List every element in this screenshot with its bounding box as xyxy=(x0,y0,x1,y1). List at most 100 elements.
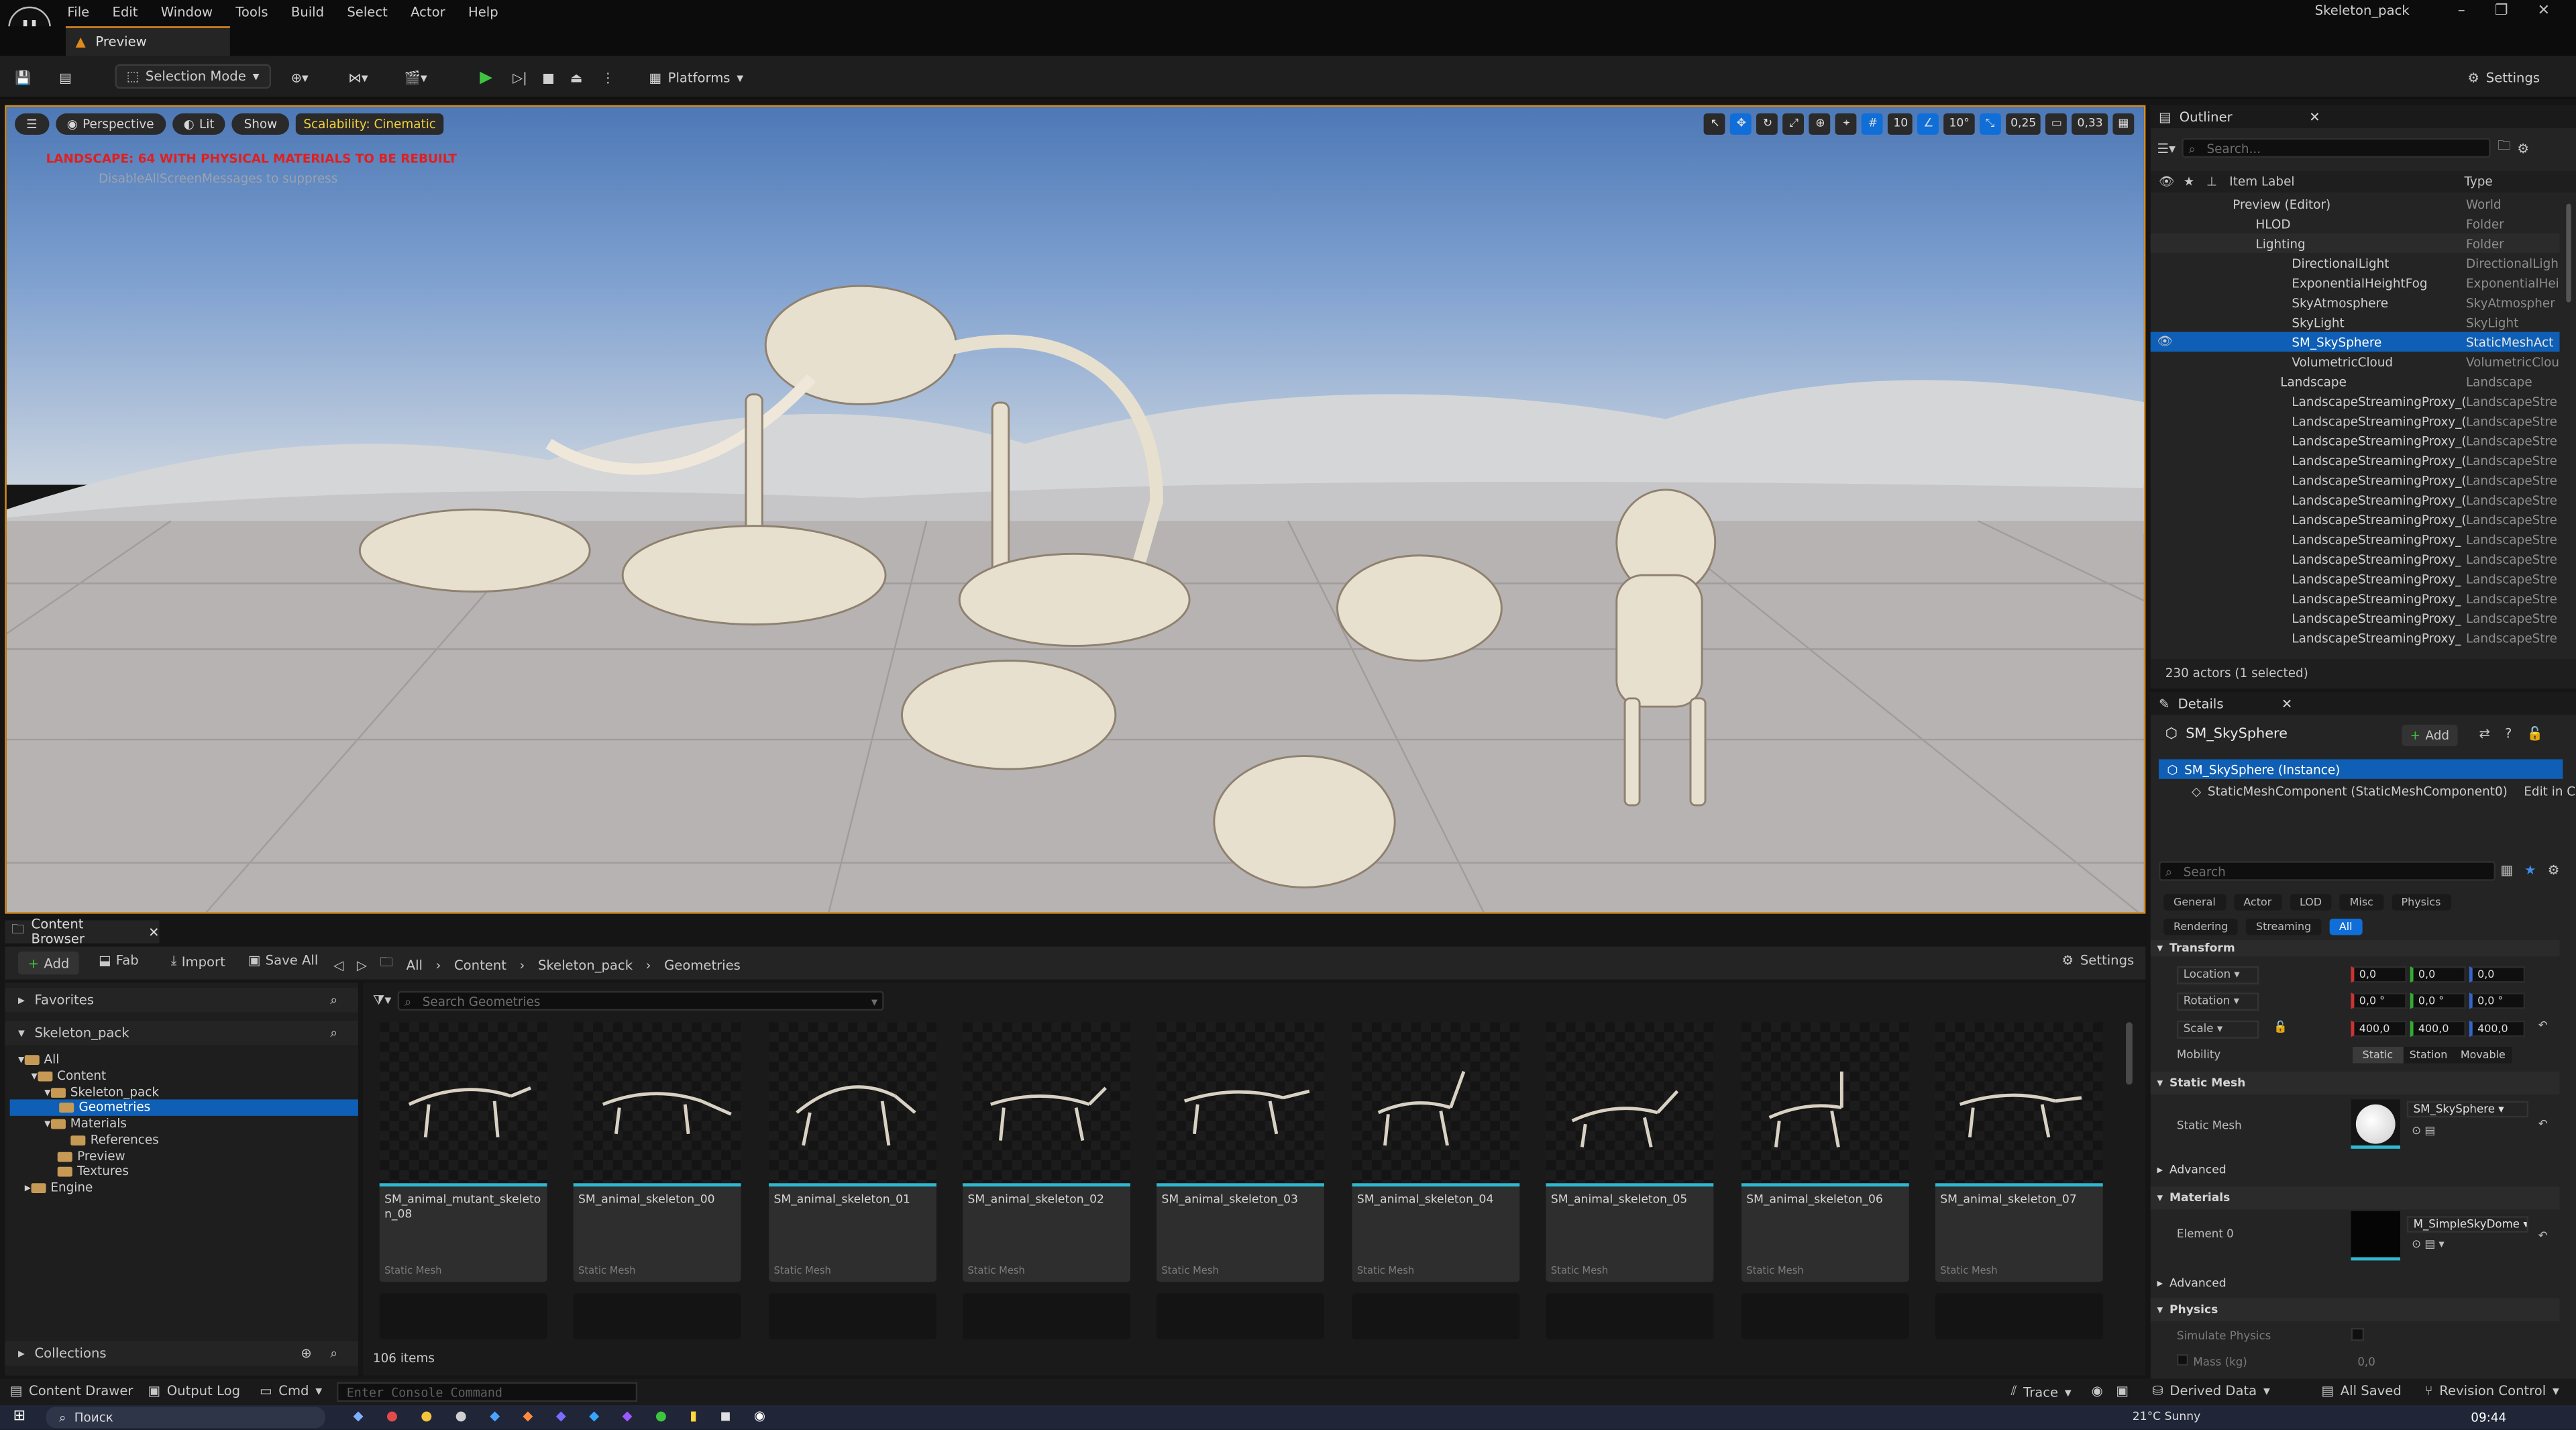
unreal-taskbar-icon[interactable]: ◉ xyxy=(754,1409,765,1423)
app-icon[interactable]: ● xyxy=(421,1409,432,1423)
help-icon[interactable]: ? xyxy=(2505,726,2512,741)
menu-file[interactable]: File xyxy=(67,4,89,19)
section-physics[interactable]: ▾ Physics xyxy=(2150,1298,2560,1321)
browse-asset-icon[interactable]: ⊙ ▤ ▾ xyxy=(2412,1237,2445,1251)
collections-header[interactable]: ▸ Collections ⊕ ⌕ xyxy=(5,1341,358,1366)
asset-tile[interactable] xyxy=(1935,1293,2103,1339)
star-icon[interactable]: ★ xyxy=(2524,863,2536,878)
search-icon[interactable]: ⌕ xyxy=(330,992,337,1008)
breadcrumb-content[interactable]: Content xyxy=(454,958,506,972)
camera-speed-value[interactable]: 0,33 xyxy=(2072,112,2108,134)
browse-asset-icon[interactable]: ⊙ ▤ xyxy=(2412,1124,2435,1137)
surface-snap-icon[interactable]: ⌖ xyxy=(1835,112,1858,134)
outliner-row[interactable]: LandscapeStreamingProxy_(LandscapeStre xyxy=(2151,450,2560,470)
rotation-x-field[interactable]: 0,0 ° xyxy=(2351,992,2407,1009)
cmd-dropdown[interactable]: ▭ Cmd ▾ xyxy=(260,1384,322,1398)
column-item-label[interactable]: Item Label xyxy=(2229,174,2294,189)
app-icon[interactable]: ▮ xyxy=(690,1409,697,1423)
outliner-row[interactable]: ExponentialHeightFog ExponentialHei xyxy=(2151,273,2560,293)
close-icon[interactable]: ✕ xyxy=(2309,109,2320,124)
app-icon[interactable]: ◆ xyxy=(589,1409,599,1423)
scalability-button[interactable]: Scalability: Cinematic xyxy=(295,112,445,134)
filter-streaming[interactable]: Streaming xyxy=(2246,918,2321,935)
level-viewport[interactable]: ☰ ◉ Perspective ◐ Lit Show Scalability: Ci… xyxy=(5,105,2146,914)
cinematics-icon[interactable]: 🎬▾ xyxy=(404,64,427,91)
location-y-field[interactable]: 0,0 xyxy=(2410,966,2466,983)
tab-preview[interactable]: ▲ Preview xyxy=(65,26,230,56)
asset-tile[interactable] xyxy=(379,1293,547,1339)
menu-help[interactable]: Help xyxy=(468,4,498,19)
tree-item-skeleton-pack[interactable]: ▾ Skeleton_pack xyxy=(44,1084,159,1099)
mass-override-checkbox[interactable] xyxy=(2176,1354,2189,1366)
breadcrumb-geometries[interactable]: Geometries xyxy=(664,958,741,972)
app-icon[interactable]: ● xyxy=(655,1409,667,1423)
reset-icon[interactable]: ↶ xyxy=(2538,1019,2548,1032)
menu-tools[interactable]: Tools xyxy=(235,4,268,19)
app-icon[interactable]: ◼ xyxy=(720,1409,731,1423)
translate-tool-icon[interactable]: ✥ xyxy=(1730,112,1752,134)
scale-dropdown[interactable]: Scale ▾ xyxy=(2176,1020,2259,1039)
favorites-header[interactable]: ▸ Favorites ⌕ xyxy=(5,987,358,1013)
location-x-field[interactable]: 0,0 xyxy=(2351,966,2407,983)
star-icon[interactable]: ★ xyxy=(2184,174,2194,189)
outliner-row[interactable]: Lighting Folder xyxy=(2150,233,2560,254)
details-search-input[interactable]: ⌕ Search xyxy=(2158,861,2496,881)
tree-item-content[interactable]: ▾ Content xyxy=(32,1068,107,1083)
asset-tile[interactable] xyxy=(769,1293,936,1339)
maximize-button[interactable]: ❐ xyxy=(2495,3,2508,19)
tree-item-materials[interactable]: ▾ Materials xyxy=(44,1116,127,1131)
close-button[interactable]: ✕ xyxy=(2538,3,2550,19)
asset-tile[interactable] xyxy=(1157,1293,1324,1339)
visibility-icon[interactable]: 👁 xyxy=(2159,174,2174,189)
outliner-row[interactable]: HLOD Folder xyxy=(2151,213,2560,233)
outliner-row[interactable]: LandscapeStreamingProxy_(LandscapeStre xyxy=(2151,411,2560,430)
scale-snap-toggle[interactable]: ⤡ xyxy=(1979,112,2001,134)
app-icon[interactable]: ● xyxy=(386,1409,398,1423)
outliner-row[interactable]: Preview (Editor) World xyxy=(2151,194,2560,213)
menu-build[interactable]: Build xyxy=(291,4,324,19)
show-button[interactable]: Show xyxy=(232,112,289,134)
selection-mode-dropdown[interactable]: ⬚ Selection Mode ▾ xyxy=(115,64,271,89)
perspective-button[interactable]: ◉ Perspective xyxy=(55,112,166,134)
fab-button[interactable]: ⬓ Fab xyxy=(99,953,139,968)
section-materials[interactable]: ▾ Materials xyxy=(2150,1186,2560,1210)
filter-icon[interactable]: ⧩▾ xyxy=(373,992,391,1009)
outliner-scrollbar[interactable] xyxy=(2566,203,2571,303)
windows-start-icon[interactable]: ⊞ xyxy=(13,1409,25,1425)
edit-in-cpp-link[interactable]: Edit in C+ xyxy=(2524,784,2576,799)
scale-snap-value[interactable]: 0,25 xyxy=(2005,112,2041,134)
settings-button[interactable]: ⚙ Settings xyxy=(2467,64,2540,91)
outliner-row[interactable]: LandscapeStreamingProxy_ LandscapeStre xyxy=(2151,529,2560,549)
asset-tile[interactable] xyxy=(1741,1293,1909,1339)
stop-button[interactable]: ■ xyxy=(542,64,555,91)
gear-icon[interactable]: ⚙ xyxy=(2548,863,2560,878)
grid-snap-toggle[interactable]: # xyxy=(1862,112,1884,134)
all-saved-button[interactable]: ▤ All Saved xyxy=(2321,1384,2401,1398)
derived-data-dropdown[interactable]: ⛁ Derived Data ▾ xyxy=(2152,1384,2270,1398)
filter-general[interactable]: General xyxy=(2163,894,2226,911)
outliner-row[interactable]: Landscape Landscape xyxy=(2151,371,2560,391)
outliner-search-input[interactable]: ⌕ Search... xyxy=(2182,138,2491,158)
mobility-movable[interactable]: Movable xyxy=(2454,1045,2512,1063)
outliner-row[interactable]: LandscapeStreamingProxy_ LandscapeStre xyxy=(2151,568,2560,588)
scale-y-field[interactable]: 400,0 xyxy=(2410,1020,2466,1037)
search-icon[interactable]: ⌕ xyxy=(330,1025,337,1041)
tree-item-all[interactable]: ▾ All xyxy=(18,1052,59,1066)
more-options-icon[interactable]: ⋮ xyxy=(601,64,614,91)
filter-misc[interactable]: Misc xyxy=(2339,894,2383,911)
outliner-row[interactable]: LandscapeStreamingProxy_(LandscapeStre xyxy=(2151,431,2560,450)
asset-search-input[interactable]: ⌕ Search Geometries ▾ xyxy=(398,990,884,1011)
app-icon[interactable]: ◆ xyxy=(354,1409,364,1423)
app-icon[interactable]: ◆ xyxy=(490,1409,500,1423)
scale-x-field[interactable]: 400,0 xyxy=(2351,1020,2407,1037)
filter-physics[interactable]: Physics xyxy=(2391,894,2451,911)
outliner-row[interactable]: LandscapeStreamingProxy_(LandscapeStre xyxy=(2151,391,2560,411)
history-back-icon[interactable]: ◁ xyxy=(333,958,343,972)
filter-lod[interactable]: LOD xyxy=(2290,894,2332,911)
close-icon[interactable]: ✕ xyxy=(2282,696,2292,711)
component-row[interactable]: ◇ StaticMeshComponent (StaticMeshCompone… xyxy=(2192,784,2576,799)
blueprint-icon[interactable]: ⇄ xyxy=(2479,726,2490,741)
lit-button[interactable]: ◐ Lit xyxy=(172,112,226,134)
breadcrumb-skeleton-pack[interactable]: Skeleton_pack xyxy=(538,958,633,972)
rotation-snap-toggle[interactable]: ∠ xyxy=(1917,112,1939,134)
